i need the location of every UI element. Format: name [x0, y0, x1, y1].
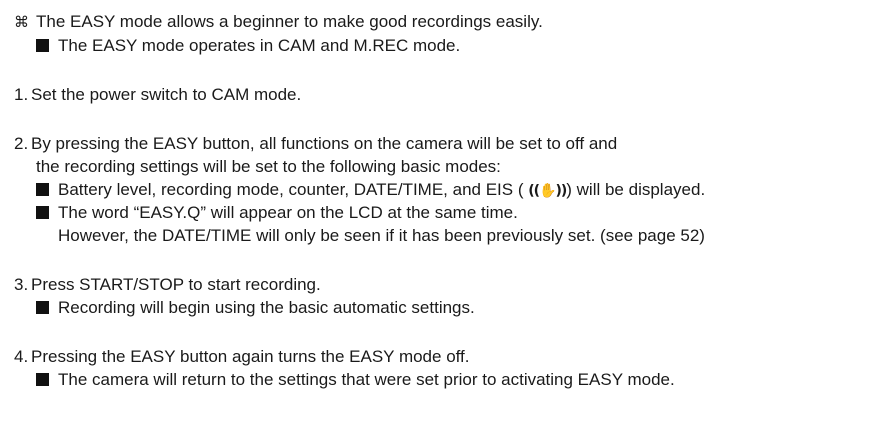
- bullet-text-after-icon: ) will be displayed.: [566, 180, 706, 199]
- step-text: Set the power switch to CAM mode.: [31, 85, 302, 104]
- step-number: 2.: [14, 134, 29, 153]
- step-number: 1.: [14, 85, 29, 104]
- square-bullet-icon: [36, 373, 49, 386]
- note-symbol-icon: ⌘: [14, 13, 29, 31]
- square-bullet-icon: [36, 301, 49, 314]
- bullet-text: The word “EASY.Q” will appear on the LCD…: [58, 203, 518, 222]
- intro-line: ⌘ The EASY mode allows a beginner to make…: [14, 12, 543, 32]
- step-2: 2. By pressing the EASY button, all funct…: [14, 134, 617, 154]
- bullet-text-continuation: However, the DATE/TIME will only be seen…: [58, 226, 705, 245]
- square-bullet-icon: [36, 183, 49, 196]
- step-text-continuation: the recording settings will be set to th…: [36, 157, 501, 176]
- step-4-bullet-1: The camera will return to the settings t…: [36, 370, 675, 390]
- bullet-text-before-icon: Battery level, recording mode, counter, …: [58, 180, 524, 199]
- bullet-text: Recording will begin using the basic aut…: [58, 298, 475, 317]
- step-3: 3. Press START/STOP to start recording.: [14, 275, 321, 295]
- step-number: 3.: [14, 275, 29, 294]
- step-text: Pressing the EASY button again turns the…: [31, 347, 470, 366]
- intro-sub-line: The EASY mode operates in CAM and M.REC …: [36, 36, 460, 56]
- step-text: By pressing the EASY button, all functio…: [31, 134, 618, 153]
- eis-hand-icon: ((✋)): [528, 183, 567, 199]
- step-3-bullet-1: Recording will begin using the basic aut…: [36, 298, 475, 318]
- intro-text: The EASY mode allows a beginner to make …: [36, 12, 543, 31]
- step-2-continuation: the recording settings will be set to th…: [36, 157, 501, 177]
- square-bullet-icon: [36, 206, 49, 219]
- intro-sub-text: The EASY mode operates in CAM and M.REC …: [58, 36, 461, 55]
- step-2-bullet-2-continuation: However, the DATE/TIME will only be seen…: [58, 226, 705, 246]
- step-number: 4.: [14, 347, 29, 366]
- step-text: Press START/STOP to start recording.: [31, 275, 321, 294]
- step-4: 4. Pressing the EASY button again turns t…: [14, 347, 470, 367]
- step-2-bullet-2: The word “EASY.Q” will appear on the LCD…: [36, 203, 518, 223]
- square-bullet-icon: [36, 39, 49, 52]
- step-2-bullet-1: Battery level, recording mode, counter, …: [36, 180, 705, 201]
- bullet-text: The camera will return to the settings t…: [58, 370, 675, 389]
- step-1: 1. Set the power switch to CAM mode.: [14, 85, 301, 105]
